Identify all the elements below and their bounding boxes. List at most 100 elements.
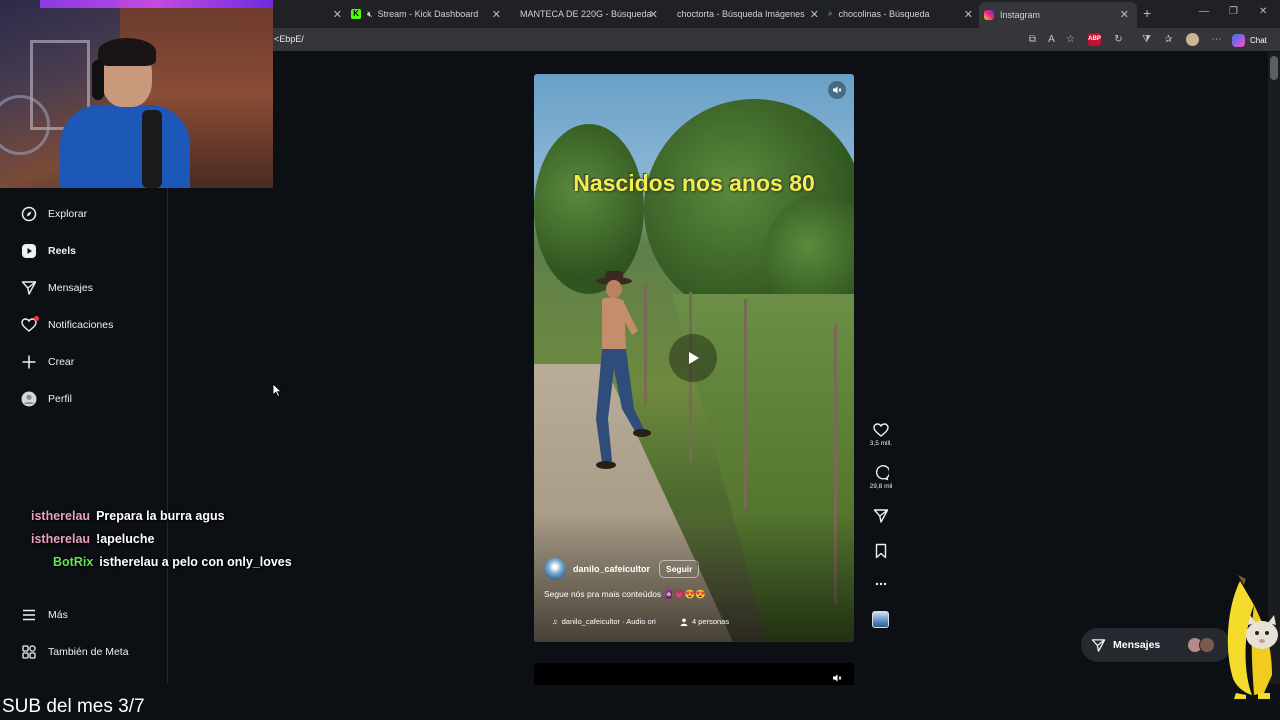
webcam-person-body <box>60 105 190 188</box>
sidebar-item-perfil[interactable]: Perfil <box>20 389 72 409</box>
compass-icon <box>20 205 38 223</box>
kick-icon: K <box>351 9 361 19</box>
sidebar-item-label: Perfil <box>48 393 72 405</box>
chat-username: BotRix <box>53 555 94 569</box>
sidebar-item-mensajes[interactable]: Mensajes <box>20 278 93 298</box>
more-options-icon <box>875 582 887 586</box>
messages-pill[interactable]: Mensajes <box>1081 628 1231 662</box>
notification-badge <box>34 316 39 321</box>
webcam-person-hair <box>98 38 156 66</box>
speaker-muted-icon <box>833 86 842 94</box>
speaker-muted-icon[interactable]: 🔇︎ <box>367 9 373 20</box>
send-icon <box>1091 638 1106 652</box>
instagram-icon <box>984 10 994 20</box>
favorite-star-icon[interactable]: ☆ <box>1064 33 1077 46</box>
browser-tab-search[interactable]: MANTECA DE 220G - Búsqueda ✕ <box>510 4 658 24</box>
close-tab-icon[interactable]: ✕ <box>492 8 501 21</box>
chat-text: istherelau a pelo con only_loves <box>99 555 292 569</box>
sidebar-item-label: Mensajes <box>48 282 93 294</box>
contact-avatar <box>1199 637 1215 653</box>
search-icon: ⌕ <box>828 9 833 18</box>
chat-message: istherelau !apeluche <box>31 532 154 546</box>
more-options-icon[interactable]: ⋯ <box>1210 33 1223 46</box>
sidebar-item-reels[interactable]: Reels <box>20 241 76 261</box>
chat-text: Prepara la burra agus <box>96 509 225 523</box>
tab-title: chocolinas - Búsqueda <box>838 9 930 19</box>
grid-icon <box>20 643 38 661</box>
fence-post <box>744 299 747 509</box>
follow-button[interactable]: Seguir <box>659 560 700 578</box>
close-tab-icon[interactable]: ✕ <box>1120 8 1129 21</box>
close-tab-icon[interactable]: ✕ <box>810 8 819 21</box>
comment-count: 29,8 mil <box>869 483 893 490</box>
browser-tab-instagram[interactable]: Instagram ✕ <box>979 2 1137 28</box>
sidebar-item-meta[interactable]: También de Meta <box>20 642 129 662</box>
webcam-led-strip <box>40 0 273 8</box>
extensions-icon[interactable]: ⧩ <box>1140 33 1153 46</box>
minimize-icon[interactable]: — <box>1199 6 1209 17</box>
sidebar-item-label: Notificaciones <box>48 319 114 331</box>
browser-tab-kick[interactable]: K 🔇︎ Stream - Kick Dashboard ✕ <box>351 4 501 24</box>
sidebar-item-crear[interactable]: Crear <box>20 352 74 372</box>
scrollbar-thumb[interactable] <box>1270 56 1278 80</box>
url-text[interactable]: <EbpE/ <box>274 34 304 44</box>
music-note-icon: ♫ <box>552 617 558 626</box>
adblock-icon[interactable]: ABP <box>1088 33 1101 46</box>
browser-tab-chocolinas[interactable]: ⌕ chocolinas - Búsqueda ✕ <box>828 4 973 24</box>
close-tab-icon[interactable]: ✕ <box>964 8 973 21</box>
sidebar-item-label: Reels <box>48 245 77 257</box>
close-window-icon[interactable]: ✕ <box>1259 6 1267 17</box>
read-aloud-icon[interactable]: A <box>1045 33 1058 46</box>
close-tab-icon[interactable]: ✕ <box>333 8 342 21</box>
like-count: 3,5 mill. <box>869 440 893 447</box>
copilot-chat-button[interactable]: Chat <box>1232 32 1267 48</box>
avatar-icon <box>20 390 38 408</box>
refresh-icon[interactable]: ↻ <box>1112 33 1125 46</box>
tagged-people[interactable]: 4 personas <box>680 617 729 626</box>
send-icon <box>873 509 889 523</box>
close-tab-icon[interactable]: ✕ <box>649 8 658 21</box>
maximize-icon[interactable]: ❐ <box>1229 6 1238 17</box>
tab-title: choctorta - Búsqueda Imágenes <box>677 9 805 19</box>
share-action[interactable] <box>866 508 896 524</box>
new-tab-button[interactable]: + <box>1143 5 1151 21</box>
like-action[interactable]: 3,5 mill. <box>866 422 896 447</box>
sidebar-item-explorar[interactable]: Explorar <box>20 204 87 224</box>
mouse-cursor-icon <box>272 383 282 397</box>
audio-thumbnail[interactable] <box>872 611 889 628</box>
reel-author: danilo_cafeicultor Seguir <box>544 558 700 580</box>
audio-label: danilo_cafeicultor · Audio ori <box>561 617 656 626</box>
sidebar-item-mas[interactable]: Más <box>20 605 68 625</box>
sidebar-item-notificaciones[interactable]: Notificaciones <box>20 315 113 335</box>
reel-caption[interactable]: Segue nós pra mais conteúdos 🧕🏼💗😍😍 <box>544 589 706 600</box>
save-action[interactable] <box>866 543 896 559</box>
profile-avatar-icon[interactable] <box>1186 33 1199 46</box>
mute-button[interactable] <box>828 81 846 99</box>
banana-cat-sticker <box>1227 575 1278 699</box>
author-username[interactable]: danilo_cafeicultor <box>573 564 650 574</box>
play-button[interactable] <box>669 334 717 382</box>
chat-label: Chat <box>1250 35 1267 45</box>
reel-video[interactable]: Nascidos nos anos 80 danilo_cafeicultor … <box>534 74 854 642</box>
mute-button[interactable] <box>828 669 846 687</box>
heart-icon <box>873 423 889 437</box>
sidebar-item-label: Crear <box>48 356 75 368</box>
messages-pill-label: Mensajes <box>1113 639 1161 651</box>
heart-icon <box>20 316 39 334</box>
comment-action[interactable]: 29,8 mil <box>866 465 896 490</box>
menu-icon <box>20 606 38 624</box>
browser-tab-images[interactable]: choctorta - Búsqueda Imágenes ✕ <box>667 4 819 24</box>
tab-title: Instagram <box>1000 10 1041 20</box>
more-action[interactable] <box>866 577 896 591</box>
author-avatar[interactable] <box>544 558 566 580</box>
reel-audio[interactable]: ♫ danilo_cafeicultor · Audio ori <box>552 617 656 626</box>
open-in-app-icon[interactable]: ⧉ <box>1026 33 1039 46</box>
favorites-icon[interactable]: ✰ <box>1162 33 1175 46</box>
browser-tab[interactable]: ✕ <box>290 4 342 24</box>
reel-overlay-text: Nascidos nos anos 80 <box>573 170 815 196</box>
sidebar-item-label: También de Meta <box>48 646 129 658</box>
chat-message: istherelau Prepara la burra agus <box>31 509 225 523</box>
man-in-hat-image <box>596 271 651 469</box>
reels-icon <box>20 242 38 260</box>
next-reel-preview[interactable] <box>534 663 854 685</box>
